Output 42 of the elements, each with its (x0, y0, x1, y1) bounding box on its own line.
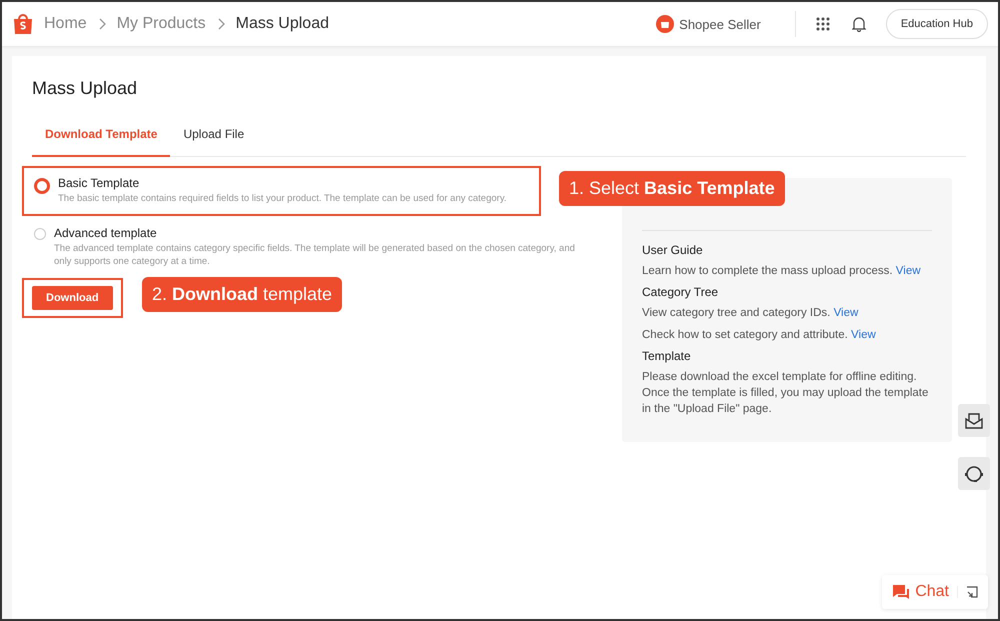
brand-name: Shopee Seller (679, 16, 761, 32)
tab[interactable]: Download Template (32, 117, 170, 157)
option-description: The advanced template contains category specific fields. The template will be generated based on the chosen category, and only supports one category at a time. (54, 242, 576, 268)
option-description: The basic template contains required fields to list your product. The template can be used for any category. (58, 193, 507, 206)
shopee-bag-icon[interactable] (12, 12, 34, 36)
template-option[interactable]: Basic Template The basic template contains required fields to list your product. The template can be used for any category. (22, 166, 541, 216)
breadcrumb-link[interactable]: Mass Upload (236, 15, 329, 33)
chevron-right-icon (216, 18, 226, 30)
option-label: Basic Template (58, 176, 140, 190)
chevron-right-icon (96, 18, 107, 30)
envelope-icon (965, 412, 983, 428)
chat-button[interactable]: Chat (892, 583, 949, 601)
step-callout: 2. Download template (142, 277, 342, 312)
radio-button[interactable] (34, 228, 46, 240)
view-link[interactable]: View (851, 329, 876, 342)
tip-heading: User Guide (642, 243, 704, 257)
tab[interactable]: Upload File (170, 117, 258, 157)
tip-text: View category tree and category IDs. View (642, 306, 860, 322)
breadcrumb-link[interactable]: My Products (116, 15, 206, 33)
apps-grid-icon[interactable] (816, 17, 830, 31)
education-hub-button[interactable]: Education Hub (886, 9, 988, 39)
tip-text: Please download the excel template for offline editing. Once the template is filled, you may upload the template in the "Upload File" page. (642, 370, 930, 418)
headset-icon (964, 464, 984, 484)
shopee-bag-icon (656, 15, 674, 33)
chat-bubbles-icon (892, 584, 910, 600)
minimize-icon[interactable] (957, 586, 978, 598)
tip-text: Learn how to complete the mass upload process. View (642, 264, 922, 279)
view-link[interactable]: View (834, 307, 858, 320)
tip-text: Check how to set category and attribute. View (642, 328, 877, 344)
step-callout: 1. Select Basic Template (559, 171, 785, 206)
bell-icon[interactable] (852, 16, 866, 32)
page-title: Mass Upload (32, 78, 138, 99)
mail-button[interactable] (958, 404, 990, 437)
radio-button[interactable] (34, 178, 50, 194)
support-button[interactable] (958, 457, 990, 490)
tip-heading: Category Tree (642, 285, 720, 300)
tip-heading: Template (642, 349, 692, 364)
breadcrumb-link[interactable]: Home (44, 15, 87, 33)
view-link[interactable]: View (896, 265, 921, 277)
template-option[interactable]: Advanced template The advanced template contains category specific fields. The template will be generated based on the chosen category, and only supports one category at a time. (22, 216, 602, 278)
option-label: Advanced template (54, 226, 158, 240)
download-button[interactable]: Download (32, 286, 113, 310)
